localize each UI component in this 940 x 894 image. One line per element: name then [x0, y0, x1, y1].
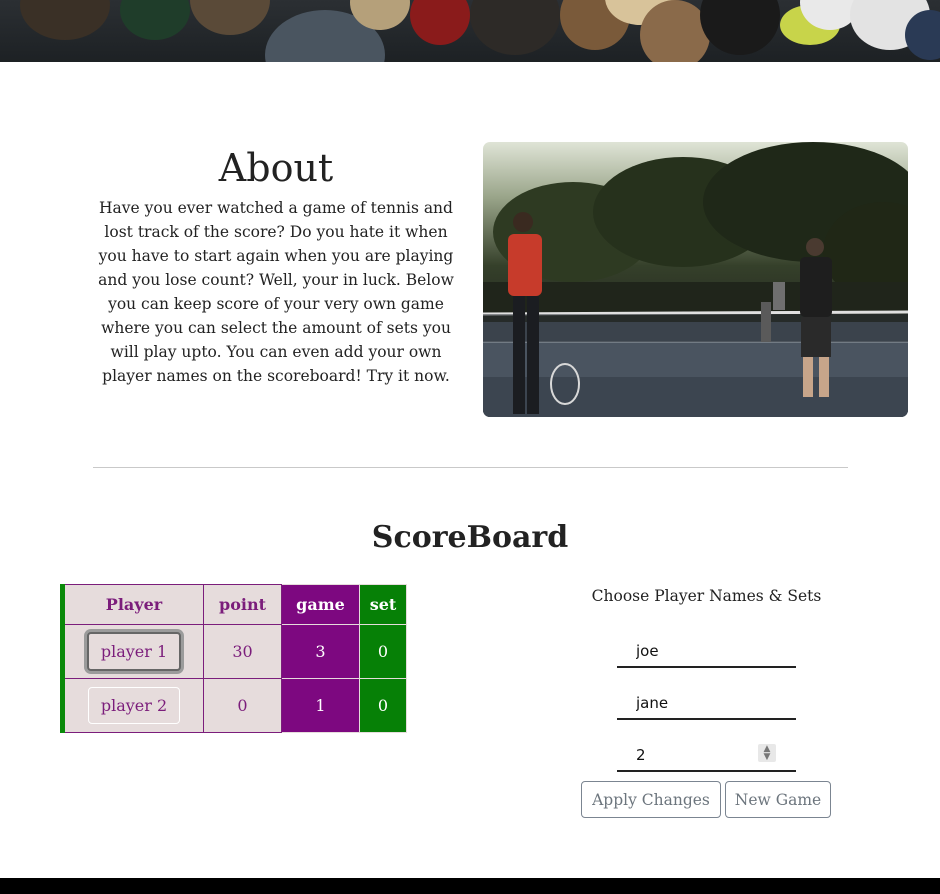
scoreboard-header-row: Player point game set [62, 584, 407, 625]
footer-bar [0, 878, 940, 894]
settings-form-title: Choose Player Names & Sets [591, 587, 822, 605]
hero-banner-image [0, 0, 940, 62]
header-set: set [359, 584, 407, 625]
sets-stepper-icon[interactable]: ▲ ▼ [758, 744, 776, 762]
player-cell: player 1 [62, 624, 204, 679]
scoreboard-title: ScoreBoard [371, 520, 569, 555]
scoreboard-table: Player point game set player 1 30 3 0 pl… [60, 584, 407, 733]
section-divider [93, 467, 848, 468]
header-game: game [281, 584, 360, 625]
player-2-score-button[interactable]: player 2 [87, 687, 181, 724]
about-section: About Have you ever watched a game of te… [0, 140, 940, 420]
point-cell: 30 [203, 624, 282, 679]
table-row: player 2 0 1 0 [62, 678, 407, 733]
about-text: Have you ever watched a game of tennis a… [98, 199, 454, 385]
header-player: Player [62, 584, 204, 625]
set-cell: 0 [359, 624, 407, 679]
player-cell: player 2 [62, 678, 204, 733]
about-title: About [218, 146, 334, 190]
player-1-name-input[interactable] [617, 634, 796, 668]
game-cell: 1 [281, 678, 360, 733]
header-point: point [203, 584, 282, 625]
table-row: player 1 30 3 0 [62, 624, 407, 679]
game-cell: 3 [281, 624, 360, 679]
point-cell: 0 [203, 678, 282, 733]
player-1-score-button[interactable]: player 1 [86, 632, 182, 671]
player-2-name-input[interactable] [617, 686, 796, 720]
set-cell: 0 [359, 678, 407, 733]
new-game-button[interactable]: New Game [725, 781, 831, 818]
tennis-players-photo [483, 142, 908, 417]
apply-changes-button[interactable]: Apply Changes [581, 781, 721, 818]
